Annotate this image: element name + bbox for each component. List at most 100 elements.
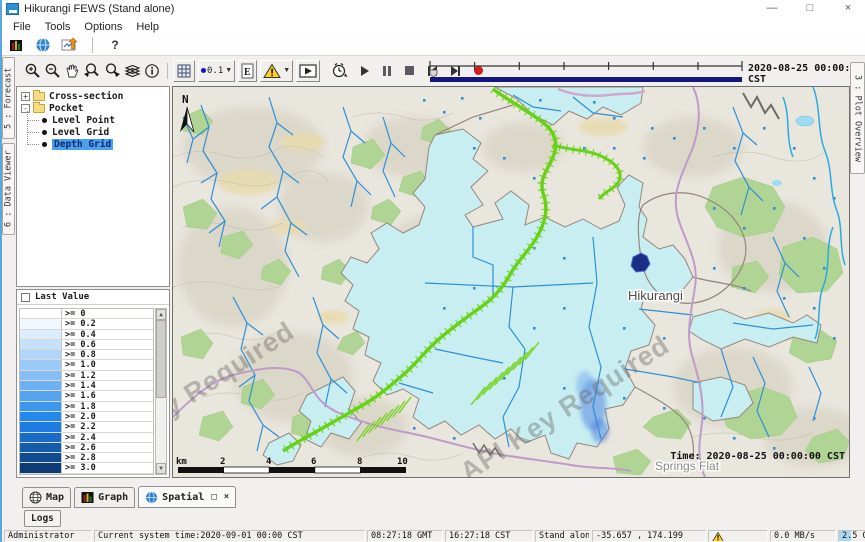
zoom-in-icon[interactable] [22, 61, 42, 81]
bottom-band: Map Graph Spatial □ × Logs [2, 479, 865, 530]
svg-text:E: E [244, 67, 251, 78]
tab-graph[interactable]: Graph [74, 487, 135, 508]
scroll-thumb[interactable] [156, 320, 166, 398]
app-icon [6, 3, 19, 15]
expand-icon[interactable]: + [21, 92, 30, 101]
last-value-checkbox[interactable] [21, 293, 30, 302]
legend-row[interactable]: >= 3.2 [20, 474, 153, 475]
legend-swatch [20, 340, 62, 349]
legend-swatch [20, 391, 62, 400]
legend-row[interactable]: >= 0.4 [20, 330, 153, 340]
svg-text:6: 6 [311, 457, 316, 467]
pause-button[interactable] [383, 66, 391, 76]
tree-item-pocket[interactable]: - Pocket [21, 102, 169, 114]
animation-button[interactable] [296, 60, 320, 82]
tab-plot-overview[interactable]: 3 : Plot Overview [850, 62, 865, 174]
minimize-button[interactable]: — [755, 0, 789, 18]
tab-close-icon[interactable]: × [224, 492, 229, 502]
tab-maximize-icon[interactable]: □ [211, 492, 216, 502]
legend-swatch [20, 371, 62, 380]
tree-item-depth-grid[interactable]: Depth Grid [34, 138, 169, 150]
status-warning-cell[interactable] [708, 530, 768, 542]
logs-button[interactable]: Logs [24, 510, 61, 527]
legend-header: Last Value [17, 290, 169, 305]
tab-spatial[interactable]: Spatial □ × [138, 486, 236, 508]
globe-icon[interactable] [33, 35, 53, 55]
warning-dropdown-button[interactable]: ▼ [260, 60, 293, 82]
legend-row[interactable]: >= 1.8 [20, 402, 153, 412]
timeline-slider[interactable] [427, 58, 745, 84]
legend-scrollbar[interactable]: ▲ ▼ [155, 308, 167, 475]
collapse-icon[interactable]: - [21, 104, 30, 113]
pan-hand-icon[interactable] [62, 61, 82, 81]
legend-row[interactable]: >= 2.4 [20, 433, 153, 443]
legend-swatch [20, 319, 62, 328]
legend-row[interactable]: >= 1.0 [20, 360, 153, 370]
close-button[interactable]: × [831, 0, 865, 18]
legend-swatch [20, 453, 62, 462]
menu-file[interactable]: File [6, 21, 38, 33]
zoom-previous-icon[interactable] [82, 61, 102, 81]
tree-item-level-point[interactable]: Level Point [34, 114, 169, 126]
status-mode: Stand alone [535, 530, 590, 542]
play-button[interactable] [361, 66, 369, 76]
tree-children: Level Point Level Grid Depth Grid [34, 114, 169, 150]
svg-text:4: 4 [266, 457, 272, 467]
legend-row[interactable]: >= 1.6 [20, 391, 153, 401]
tab-map[interactable]: Map [22, 487, 71, 508]
left-tab-strip: 5 : Forecast 6 : Data Viewer [2, 57, 16, 485]
grid-display-button[interactable] [173, 60, 195, 82]
svg-text:8: 8 [357, 457, 362, 467]
legend-row[interactable]: >= 2.0 [20, 412, 153, 422]
database-icon[interactable] [6, 35, 26, 55]
maximize-button[interactable]: □ [793, 0, 827, 18]
folder-icon [33, 104, 45, 113]
menu-help[interactable]: Help [129, 21, 166, 33]
svg-text:10: 10 [397, 457, 408, 467]
legend-row[interactable]: >= 0 [20, 309, 153, 319]
legend-row[interactable]: >= 0.6 [20, 340, 153, 350]
scroll-down-icon[interactable]: ▼ [156, 463, 166, 474]
legend-row[interactable]: >= 2.8 [20, 453, 153, 463]
legend-row[interactable]: >= 2.2 [20, 422, 153, 432]
chart-export-icon[interactable] [60, 35, 80, 55]
zoom-out-icon[interactable] [42, 61, 62, 81]
status-memory: 2.5 GB [838, 530, 865, 542]
layers-icon[interactable] [122, 61, 142, 81]
lake [796, 116, 814, 126]
timer-icon[interactable] [329, 61, 349, 81]
stop-button[interactable] [405, 66, 414, 75]
legend-row[interactable]: >= 2.6 [20, 443, 153, 453]
tab-data-viewer[interactable]: 6 : Data Viewer [2, 143, 15, 235]
info-icon[interactable] [142, 61, 162, 81]
tree-item-label: Level Point [52, 115, 115, 126]
status-bandwidth: 0.0 MB/s [770, 530, 836, 542]
help-button[interactable]: ? [105, 35, 125, 55]
legend-row[interactable]: >= 3.0 [20, 463, 153, 473]
scroll-up-icon[interactable]: ▲ [156, 309, 166, 320]
classbreak-dot-icon [201, 68, 206, 73]
legend-swatch [20, 309, 62, 318]
tree-item-label: Pocket [49, 103, 83, 114]
svg-text:N: N [182, 93, 189, 106]
legend-swatch [20, 350, 62, 359]
legend-swatch [20, 330, 62, 339]
legend-swatch [20, 433, 62, 442]
legend-row[interactable]: >= 1.4 [20, 381, 153, 391]
classbreaks-dropdown[interactable]: 0.1 ▼ [198, 60, 235, 82]
chevron-down-icon: ▼ [283, 67, 290, 74]
tree-item-cross-section[interactable]: + Cross-section [21, 90, 169, 102]
toolbar-separator [92, 37, 93, 53]
menu-options[interactable]: Options [77, 21, 129, 33]
legend-row[interactable]: >= 0.2 [20, 319, 153, 329]
tab-forecast[interactable]: 5 : Forecast [2, 57, 15, 139]
bullet-icon [42, 118, 47, 123]
legend-row[interactable]: >= 1.2 [20, 371, 153, 381]
legend-row[interactable]: >= 0.8 [20, 350, 153, 360]
map-view[interactable]: API Key Required API Key Required Hikura… [172, 86, 850, 478]
label-toggle-button[interactable]: E [238, 60, 257, 82]
menu-tools[interactable]: Tools [38, 21, 78, 33]
zoom-next-icon[interactable] [102, 61, 122, 81]
status-local-time: 16:27:18 CST [445, 530, 533, 542]
tree-item-level-grid[interactable]: Level Grid [34, 126, 169, 138]
